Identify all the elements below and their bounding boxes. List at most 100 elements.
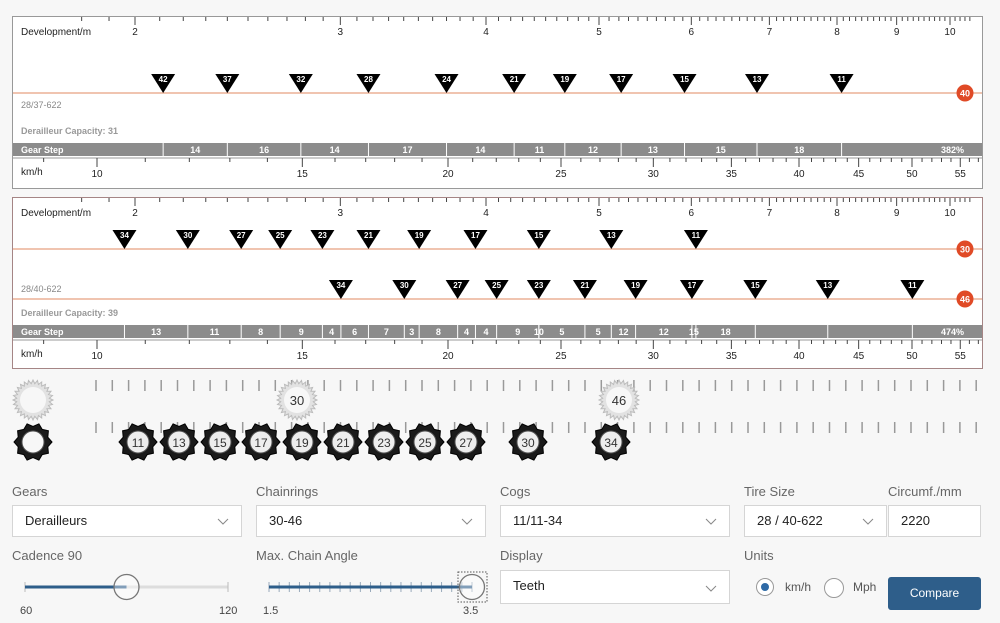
speed-tick-label: 40 (793, 169, 805, 180)
gear-step-value: 4 (464, 327, 469, 337)
gear-marker-label: 34 (336, 281, 345, 290)
gear-step-value: 5 (596, 327, 601, 337)
gear-marker-label: 34 (120, 231, 129, 240)
chain-angle-slider-handle[interactable] (458, 573, 486, 601)
units-mph-label: Mph (853, 580, 877, 594)
gear-step-value: 4 (484, 327, 489, 337)
chainring-badge-label: 30 (960, 245, 970, 255)
speed-tick-label: 45 (853, 351, 865, 362)
gear-step-value: 9 (515, 327, 520, 337)
gear-marker-label: 27 (453, 281, 462, 290)
chainrings-select[interactable]: 30-46 (256, 505, 486, 537)
chain-angle-max: 3.5 (463, 605, 479, 617)
speed-tick-label: 15 (297, 169, 309, 180)
chain-angle-slider[interactable] (256, 570, 491, 604)
compare-button[interactable]: Compare (888, 577, 981, 610)
gear-step-value: 14 (475, 145, 485, 155)
gear-step-value: 12 (618, 327, 628, 337)
dev-axis-label: Development/m (21, 208, 91, 219)
chevron-down-icon (705, 571, 717, 592)
gear-marker-label: 13 (607, 231, 616, 240)
speed-tick-label: 25 (555, 351, 567, 362)
gear-marker-label: 21 (364, 231, 373, 240)
chainring-badge-label: 46 (960, 295, 970, 305)
speed-axis-label: km/h (21, 349, 43, 360)
chainring-teeth-label: 46 (612, 393, 626, 408)
gears-select[interactable]: Derailleurs (12, 505, 242, 537)
speed-tick-label: 45 (853, 169, 865, 180)
dev-tick-label: 8 (834, 27, 840, 38)
cadence-slider-handle[interactable] (113, 573, 140, 601)
chevron-down-icon (705, 506, 717, 525)
units-radio-mph[interactable] (824, 578, 844, 598)
gear-marker-label: 24 (442, 75, 451, 84)
cadence-min: 60 (20, 605, 33, 617)
dev-tick-label: 2 (132, 208, 138, 219)
gear-marker-label: 23 (534, 281, 543, 290)
speed-tick-label: 20 (442, 351, 454, 362)
cog-teeth-label: 27 (459, 436, 473, 450)
chainring-icon-hub (20, 387, 46, 413)
gear-step-value: 5 (559, 327, 564, 337)
cogs-label: Cogs (500, 484, 531, 499)
gear-marker-label: 42 (159, 75, 168, 84)
speed-tick-label: 55 (955, 169, 967, 180)
gear-step-value: 14 (190, 145, 200, 155)
gears-value: Derailleurs (25, 513, 88, 528)
speed-axis-label: km/h (21, 167, 43, 178)
speed-tick-label: 10 (91, 351, 103, 362)
chainrings-label: Chainrings (256, 484, 319, 499)
dev-tick-label: 3 (338, 208, 344, 219)
gear-charts: 2 3 4 5 6 7 8 9 10Development/m28/37-622Deraille… (11, 16, 983, 461)
speed-tick-label: 25 (555, 169, 567, 180)
gear-step-value: 8 (436, 327, 441, 337)
dev-tick-label: 5 (596, 27, 602, 38)
gear-marker-label: 21 (580, 281, 589, 290)
gear-marker-label: 25 (276, 231, 285, 240)
gear-step-value: 10 (534, 327, 544, 337)
speed-tick-label: 40 (793, 351, 805, 362)
gear-step-value: 4 (329, 327, 334, 337)
cog-teeth-label: 17 (254, 436, 268, 450)
chevron-down-icon (217, 506, 229, 525)
dev-tick-label: 7 (767, 27, 773, 38)
gear-step-value: 11 (535, 145, 545, 155)
cog-teeth-label: 25 (418, 436, 432, 450)
tire-size-label: Tire Size (744, 484, 795, 499)
units-kmh-label: km/h (785, 580, 812, 594)
gear-marker-label: 17 (617, 75, 626, 84)
gear-marker-label: 13 (753, 75, 762, 84)
gear-marker-label: 23 (318, 231, 327, 240)
tire-label: 28/37-622 (21, 100, 62, 110)
cadence-max: 120 (219, 605, 238, 617)
derailleur-capacity: Derailleur Capacity: 39 (21, 308, 118, 318)
units-label: Units (744, 548, 774, 563)
speed-tick-label: 10 (91, 169, 103, 180)
display-value: Teeth (513, 578, 545, 593)
dev-tick-label: 3 (338, 27, 344, 38)
display-label: Display (500, 548, 543, 563)
gear-marker-label: 30 (400, 281, 409, 290)
cog-teeth-label: 13 (172, 436, 186, 450)
speed-tick-label: 30 (648, 169, 660, 180)
chainring-teeth-label: 30 (290, 393, 304, 408)
tire-size-select[interactable]: 28 / 40-622 (744, 505, 887, 537)
gear-step-value: 12 (659, 327, 669, 337)
gear-marker-label: 15 (680, 75, 689, 84)
gear-marker-label: 17 (687, 281, 696, 290)
cogs-select[interactable]: 11/11-34 (500, 505, 730, 537)
cadence-slider[interactable] (12, 570, 242, 604)
gear-step-value: 18 (721, 327, 731, 337)
gear-step-bar (13, 143, 982, 156)
speed-tick-label: 50 (906, 351, 918, 362)
circumference-input[interactable]: 2220 (888, 505, 981, 537)
speed-tick-label: 35 (726, 169, 738, 180)
gear-step-value: 11 (210, 327, 220, 337)
display-select[interactable]: Teeth (500, 570, 730, 604)
cog-teeth-label: 23 (377, 436, 391, 450)
chevron-down-icon (862, 506, 874, 525)
gear-step-value: 7 (384, 327, 389, 337)
gear-marker-label: 19 (560, 75, 569, 84)
dev-tick-label: 4 (483, 27, 489, 38)
units-radio-kmh[interactable] (756, 578, 774, 596)
